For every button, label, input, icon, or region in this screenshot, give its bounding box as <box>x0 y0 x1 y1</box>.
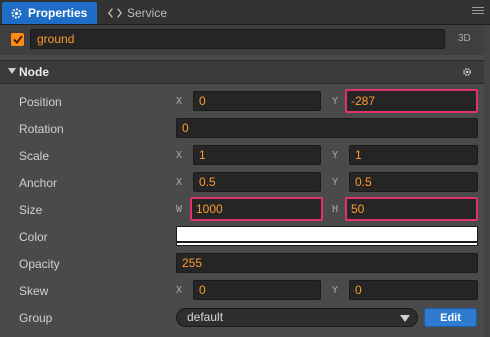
tab-service-label: Service <box>127 6 168 20</box>
section-title: Node <box>19 65 49 79</box>
node-section-header[interactable]: Node <box>0 60 490 84</box>
size-h-axis-label: H <box>332 204 339 215</box>
group-edit-button[interactable]: Edit <box>424 308 477 327</box>
size-h-input[interactable]: 50 <box>345 197 478 221</box>
node-header: ground 3D <box>0 25 490 55</box>
scale-label: Scale <box>19 149 50 163</box>
skew-x-axis-label: X <box>176 285 183 296</box>
rotation-label: Rotation <box>19 122 64 136</box>
group-select[interactable]: default <box>176 308 418 327</box>
node-name-input[interactable]: ground <box>30 29 445 49</box>
position-x-input[interactable]: 0 <box>193 91 321 111</box>
panel-scrollbar[interactable] <box>484 25 490 337</box>
opacity-label: Opacity <box>19 257 60 271</box>
skew-label: Skew <box>19 284 49 298</box>
panel-tab-bar: Properties Service <box>0 0 490 25</box>
skew-y-input[interactable]: 0 <box>349 280 478 300</box>
skew-x-input[interactable]: 0 <box>193 280 321 300</box>
position-y-input[interactable]: -287 <box>345 89 478 113</box>
position-y-axis-label: Y <box>332 96 339 107</box>
size-w-input[interactable]: 1000 <box>190 197 323 221</box>
caret-down-icon <box>400 315 410 322</box>
position-label: Position <box>19 95 62 109</box>
rotation-input[interactable]: 0 <box>176 118 478 138</box>
color-label: Color <box>19 230 48 244</box>
mode-3d-toggle[interactable]: 3D <box>458 33 471 44</box>
group-select-value: default <box>187 310 224 324</box>
scale-y-axis-label: Y <box>332 150 339 161</box>
gear-icon <box>10 7 23 20</box>
code-brackets-icon <box>108 7 122 19</box>
anchor-y-input[interactable]: 0.5 <box>349 172 478 192</box>
node-active-checkbox[interactable] <box>11 33 24 46</box>
scale-x-input[interactable]: 1 <box>193 145 321 165</box>
triangle-down-icon[interactable] <box>8 68 16 74</box>
opacity-input[interactable]: 255 <box>176 253 478 273</box>
position-x-axis-label: X <box>176 96 183 107</box>
skew-y-axis-label: Y <box>332 285 339 296</box>
tab-properties-label: Properties <box>28 6 88 20</box>
color-swatch[interactable] <box>176 226 478 246</box>
section-settings-icon[interactable] <box>462 66 472 80</box>
size-label: Size <box>19 203 43 217</box>
anchor-x-axis-label: X <box>176 177 183 188</box>
menu-icon[interactable] <box>472 5 484 17</box>
anchor-x-input[interactable]: 0.5 <box>193 172 321 192</box>
scale-y-input[interactable]: 1 <box>349 145 478 165</box>
anchor-y-axis-label: Y <box>332 177 339 188</box>
scale-x-axis-label: X <box>176 150 183 161</box>
checkmark-icon <box>12 35 23 44</box>
tab-properties[interactable]: Properties <box>2 2 97 24</box>
alpha-strip <box>177 241 477 243</box>
group-label: Group <box>19 311 53 325</box>
anchor-label: Anchor <box>19 176 58 190</box>
size-w-axis-label: W <box>176 204 183 215</box>
tab-service[interactable]: Service <box>100 2 190 24</box>
